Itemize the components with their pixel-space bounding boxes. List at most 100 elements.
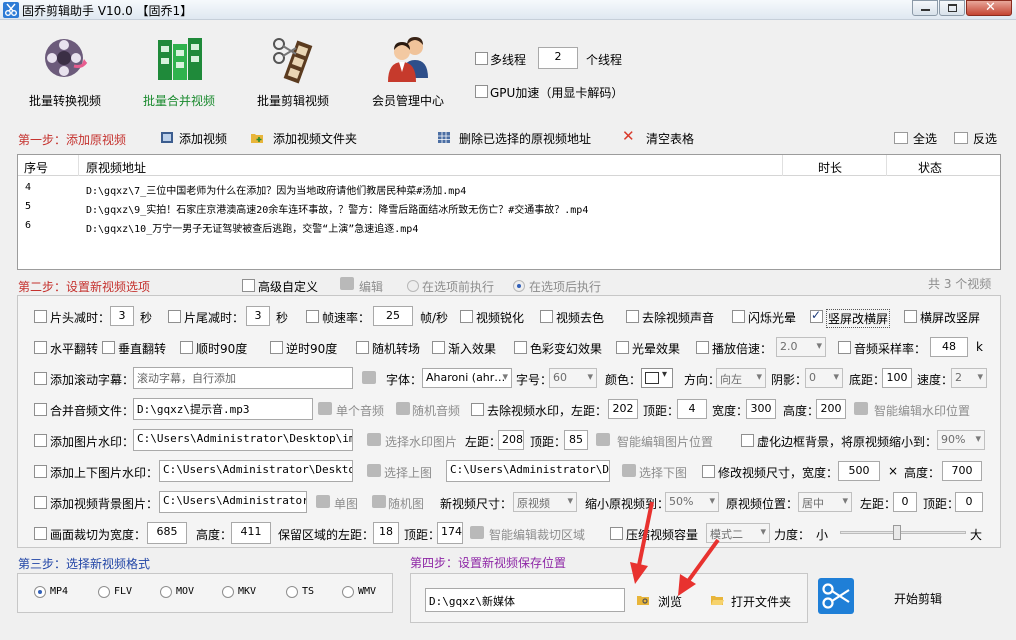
direction-select[interactable]: 向左: [716, 368, 766, 388]
image-top-input[interactable]: 85: [564, 430, 588, 450]
choose-watermark-image-button[interactable]: 选择水印图片: [367, 431, 462, 449]
remove-watermark-checkbox[interactable]: [471, 403, 484, 416]
gpu-checkbox[interactable]: [475, 85, 488, 98]
sharpen-checkbox[interactable]: [460, 310, 473, 323]
start-edit-button[interactable]: 开始剪辑: [818, 578, 948, 618]
force-slider[interactable]: [840, 525, 966, 541]
watermark-image-path-input[interactable]: C:\Users\Administrator\Desktop\img-q: [133, 429, 353, 451]
format-radio-wmv[interactable]: [342, 586, 354, 598]
crop-height-input[interactable]: 411: [231, 522, 271, 544]
decolor-checkbox[interactable]: [540, 310, 553, 323]
rotate-ccw-checkbox[interactable]: [270, 341, 283, 354]
scroll-subtitle-input[interactable]: 滚动字幕，自行添加: [133, 367, 353, 389]
thread-count-input[interactable]: 2: [538, 47, 578, 69]
bg-top-input[interactable]: 0: [955, 492, 983, 512]
fade-in-checkbox[interactable]: [432, 341, 445, 354]
sample-rate-checkbox[interactable]: [838, 341, 851, 354]
smart-crop-button[interactable]: 智能编辑裁切区域: [470, 524, 594, 542]
hflip-checkbox[interactable]: [34, 341, 47, 354]
top-image-path-input[interactable]: C:\Users\Administrator\Desktop\i: [159, 460, 353, 482]
halo-effect-checkbox[interactable]: [616, 341, 629, 354]
single-image-button[interactable]: 单图: [316, 493, 364, 511]
rotate-cw-checkbox[interactable]: [180, 341, 193, 354]
bottom-margin-input[interactable]: 100: [882, 368, 912, 388]
video-table[interactable]: 序号 原视频地址 时长 状态 4 D:\gqxz\7_三位中国老师为什么在添加？…: [17, 154, 1001, 270]
background-image-path-input[interactable]: C:\Users\Administrator\D: [159, 491, 307, 513]
maximize-button[interactable]: [939, 0, 965, 16]
smart-watermark-button[interactable]: 智能编辑水印位置: [854, 400, 974, 418]
image-left-input[interactable]: 208: [498, 430, 524, 450]
head-cut-checkbox[interactable]: [34, 310, 47, 323]
sample-rate-input[interactable]: 48: [930, 337, 968, 357]
column-header-status[interactable]: 状态: [918, 159, 942, 176]
remove-audio-checkbox[interactable]: [626, 310, 639, 323]
format-radio-ts[interactable]: [286, 586, 298, 598]
fps-input[interactable]: 25: [373, 306, 413, 326]
advanced-custom-checkbox[interactable]: [242, 279, 255, 292]
choose-top-image-button[interactable]: 选择上图: [367, 462, 437, 480]
shadow-select[interactable]: 0: [805, 368, 843, 388]
table-row[interactable]: 4 D:\gqxz\7_三位中国老师为什么在添加？因为当地政府请他们教居民种菜#…: [18, 179, 1000, 198]
merge-audio-checkbox[interactable]: [34, 403, 47, 416]
scroll-subtitle-checkbox[interactable]: [34, 372, 47, 385]
invert-selection-button[interactable]: 反选: [954, 130, 1000, 146]
vflip-checkbox[interactable]: [102, 341, 115, 354]
column-header-path[interactable]: 原视频地址: [86, 159, 146, 176]
format-radio-mp4[interactable]: [34, 586, 46, 598]
edit-custom-button[interactable]: 编辑: [340, 276, 390, 294]
column-header-index[interactable]: 序号: [24, 159, 48, 176]
member-center-button[interactable]: 会员管理中心: [366, 32, 452, 110]
top-bottom-image-checkbox[interactable]: [34, 465, 47, 478]
flash-halo-checkbox[interactable]: [732, 310, 745, 323]
format-radio-mov[interactable]: [160, 586, 172, 598]
edit-video-button[interactable]: 批量剪辑视频: [252, 32, 338, 110]
table-row[interactable]: 6 D:\gqxz\10_万宁一男子无证驾驶被查后逃跑，交警“上演”急速追逐.m…: [18, 217, 1000, 236]
font-select[interactable]: Aharoni (ahr…: [422, 368, 512, 388]
select-all-button[interactable]: 全选: [894, 130, 940, 146]
audio-path-input[interactable]: D:\gqxz\提示音.mp3: [133, 398, 313, 420]
random-image-button[interactable]: 随机图: [372, 493, 430, 511]
format-radio-mkv[interactable]: [222, 586, 234, 598]
scroll-speed-select[interactable]: 2: [951, 368, 987, 388]
column-header-duration[interactable]: 时长: [818, 159, 842, 176]
color-picker[interactable]: ▾: [641, 368, 673, 388]
crop-checkbox[interactable]: [34, 527, 47, 540]
add-video-button[interactable]: 添加视频: [160, 130, 232, 146]
new-size-select[interactable]: 原视频: [513, 492, 577, 512]
delete-selected-button[interactable]: 删除已选择的原视频地址: [437, 130, 597, 146]
playback-speed-select[interactable]: 2.0: [776, 337, 826, 357]
tail-cut-checkbox[interactable]: [168, 310, 181, 323]
choose-bottom-image-button[interactable]: 选择下图: [622, 462, 692, 480]
format-radio-flv[interactable]: [98, 586, 110, 598]
keep-left-input[interactable]: 18: [373, 522, 399, 544]
clear-table-button[interactable]: ✕ 清空表格: [622, 127, 702, 146]
blur-scale-select[interactable]: 90%: [937, 430, 985, 450]
color-effect-checkbox[interactable]: [514, 341, 527, 354]
convert-video-button[interactable]: 批量转换视频: [24, 32, 110, 110]
watermark-width-input[interactable]: 300: [746, 399, 776, 419]
crop-width-input[interactable]: 685: [147, 522, 187, 544]
slider-thumb[interactable]: [893, 525, 901, 540]
background-image-checkbox[interactable]: [34, 496, 47, 509]
subtitle-edit-icon[interactable]: [362, 371, 376, 384]
table-row[interactable]: 5 D:\gqxz\9_实拍！石家庄京港澳高速20余车连环事故，？警方：降雪后路…: [18, 198, 1000, 217]
bg-left-input[interactable]: 0: [893, 492, 917, 512]
tail-cut-input[interactable]: 3: [246, 306, 270, 326]
watermark-left-input[interactable]: 202: [608, 399, 638, 419]
resize-height-input[interactable]: 700: [942, 461, 982, 481]
after-options-radio[interactable]: [513, 280, 525, 292]
close-button[interactable]: ✕: [966, 0, 1012, 16]
fps-checkbox[interactable]: [306, 310, 319, 323]
smart-image-position-button[interactable]: 智能编辑图片位置: [596, 431, 720, 449]
image-watermark-checkbox[interactable]: [34, 434, 47, 447]
keep-top-input[interactable]: 174: [437, 522, 463, 544]
watermark-height-input[interactable]: 200: [816, 399, 846, 419]
playback-speed-checkbox[interactable]: [696, 341, 709, 354]
watermark-top-input[interactable]: 4: [677, 399, 707, 419]
output-path-input[interactable]: D:\gqxz\新媒体: [425, 588, 625, 612]
head-cut-input[interactable]: 3: [110, 306, 134, 326]
vertical-to-horizontal-checkbox[interactable]: [810, 308, 823, 323]
random-transition-checkbox[interactable]: [356, 341, 369, 354]
merge-video-button[interactable]: 批量合并视频: [138, 32, 224, 110]
random-audio-button[interactable]: 随机音频: [396, 400, 466, 418]
